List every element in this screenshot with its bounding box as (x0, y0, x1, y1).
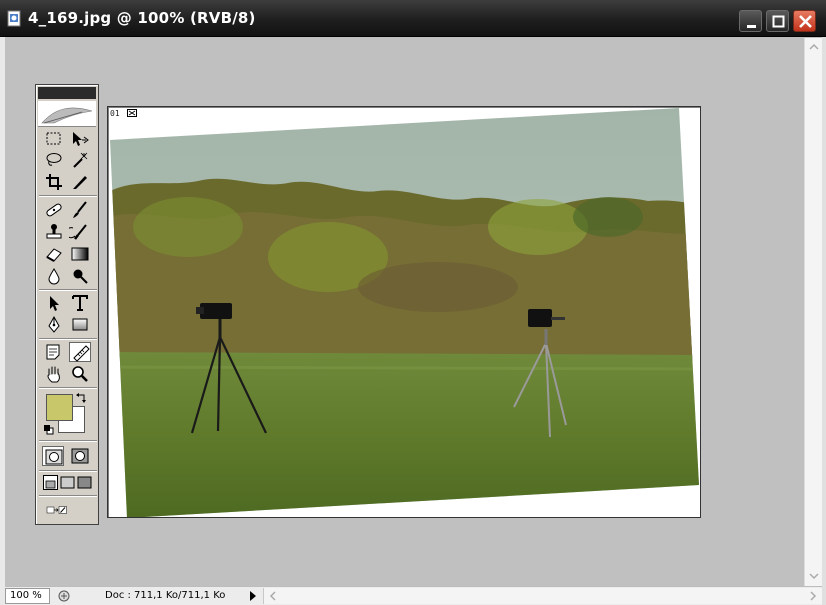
toolbox-header[interactable] (38, 87, 96, 99)
rectangle-shape-tool[interactable] (69, 315, 91, 335)
slice-tool[interactable] (69, 172, 91, 192)
photo-rotated-field-with-tripods (108, 107, 700, 517)
maximize-icon (772, 15, 785, 28)
horizontal-scrollbar[interactable] (263, 588, 822, 604)
jump-to-imageready-icon (46, 506, 67, 514)
document-corner-label: 01 (110, 109, 120, 118)
scroll-right-icon[interactable] (808, 590, 818, 602)
screen-mode-full-menu-icon (60, 476, 75, 489)
gradient-tool[interactable] (69, 244, 91, 264)
quick-mask-icon (71, 448, 89, 464)
toolbox-divider (39, 470, 97, 471)
toolbox-divider (39, 440, 97, 441)
magic-wand-icon (73, 152, 88, 168)
pen-icon (48, 315, 60, 333)
dodge-icon (73, 269, 88, 284)
zoom-tool[interactable] (69, 364, 91, 384)
status-menu-arrow-icon[interactable] (249, 590, 257, 602)
feather-logo[interactable] (38, 101, 96, 127)
hand-tool[interactable] (43, 364, 65, 384)
notes-tool[interactable] (43, 342, 65, 362)
hand-icon (47, 366, 60, 383)
rect-marquee-icon (46, 132, 61, 145)
minimize-icon (747, 25, 756, 28)
screen-mode-full-button[interactable] (77, 475, 92, 490)
close-icon (799, 15, 812, 28)
toolbox-divider (39, 195, 97, 196)
minimize-button[interactable] (739, 10, 762, 32)
close-button[interactable] (793, 10, 816, 32)
crop-icon (46, 174, 62, 190)
pen-tool[interactable] (43, 315, 65, 335)
standard-mode-button[interactable] (42, 446, 64, 466)
vertical-scrollbar[interactable] (804, 38, 822, 586)
toolbox-divider (39, 495, 97, 496)
move-icon (73, 132, 89, 146)
default-colors-icon[interactable] (44, 425, 54, 435)
scroll-up-icon[interactable] (808, 41, 820, 53)
notes-icon (46, 344, 60, 360)
toolbox-divider (39, 387, 97, 388)
history-brush-icon (65, 224, 87, 240)
title-bar: 4_169.jpg @ 100% (RVB/8) (0, 0, 826, 37)
document-canvas[interactable]: 01 (107, 106, 701, 518)
status-navigator-icon[interactable] (57, 589, 71, 603)
lasso-tool[interactable] (43, 150, 65, 170)
path-selection-tool[interactable] (43, 293, 65, 313)
rect-marquee-tool[interactable] (43, 129, 65, 149)
healing-brush-icon (46, 203, 62, 217)
measure-icon (73, 345, 90, 362)
healing-brush-tool[interactable] (43, 200, 65, 220)
window-title: 4_169.jpg @ 100% (RVB/8) (28, 9, 256, 27)
history-brush-tool[interactable] (65, 222, 91, 242)
blur-tool[interactable] (43, 266, 65, 286)
scroll-left-icon[interactable] (268, 590, 278, 602)
photoshop-document-icon (7, 10, 21, 27)
screen-mode-full-icon (77, 476, 92, 489)
eraser-tool[interactable] (43, 244, 65, 264)
swap-colors-icon[interactable] (76, 391, 88, 403)
clone-stamp-tool[interactable] (43, 222, 65, 242)
move-tool[interactable] (69, 129, 91, 149)
toolbox-divider (39, 338, 97, 339)
rectangle-shape-icon (72, 318, 88, 331)
quick-mask-button[interactable] (69, 446, 91, 466)
type-icon (72, 295, 88, 311)
dodge-tool[interactable] (69, 266, 91, 286)
maximize-button[interactable] (766, 10, 789, 32)
toolbox-divider (39, 289, 97, 290)
blur-icon (48, 268, 60, 285)
scroll-down-icon[interactable] (808, 570, 820, 582)
magic-wand-tool[interactable] (69, 150, 91, 170)
measure-tool[interactable] (69, 342, 91, 362)
status-bar: 100 % Doc : 711,1 Ko/711,1 Ko (5, 586, 822, 605)
screen-mode-full-menu-button[interactable] (60, 475, 75, 490)
document-link-icon (127, 109, 137, 117)
path-selection-icon (50, 296, 59, 311)
screen-mode-standard-button[interactable] (43, 475, 58, 490)
document-size-info: Doc : 711,1 Ko/711,1 Ko (105, 590, 226, 601)
standard-mode-icon (45, 449, 63, 465)
crop-tool[interactable] (43, 172, 65, 192)
feather-logo-icon (41, 107, 93, 124)
brush-icon (73, 201, 87, 218)
gradient-icon (71, 247, 89, 261)
zoom-level-input[interactable]: 100 % (5, 588, 50, 604)
screen-mode-standard-icon (45, 480, 56, 489)
slice-icon (73, 176, 87, 189)
jump-to-imageready-button[interactable] (46, 500, 90, 520)
type-tool[interactable] (69, 293, 91, 313)
foreground-color-swatch[interactable] (46, 394, 73, 421)
lasso-icon (46, 153, 62, 166)
clone-stamp-icon (46, 224, 62, 239)
eraser-icon (46, 248, 62, 262)
brush-tool[interactable] (69, 200, 91, 220)
window-right-border (822, 37, 826, 605)
toolbox-panel (35, 84, 99, 525)
zoom-icon (72, 366, 88, 382)
